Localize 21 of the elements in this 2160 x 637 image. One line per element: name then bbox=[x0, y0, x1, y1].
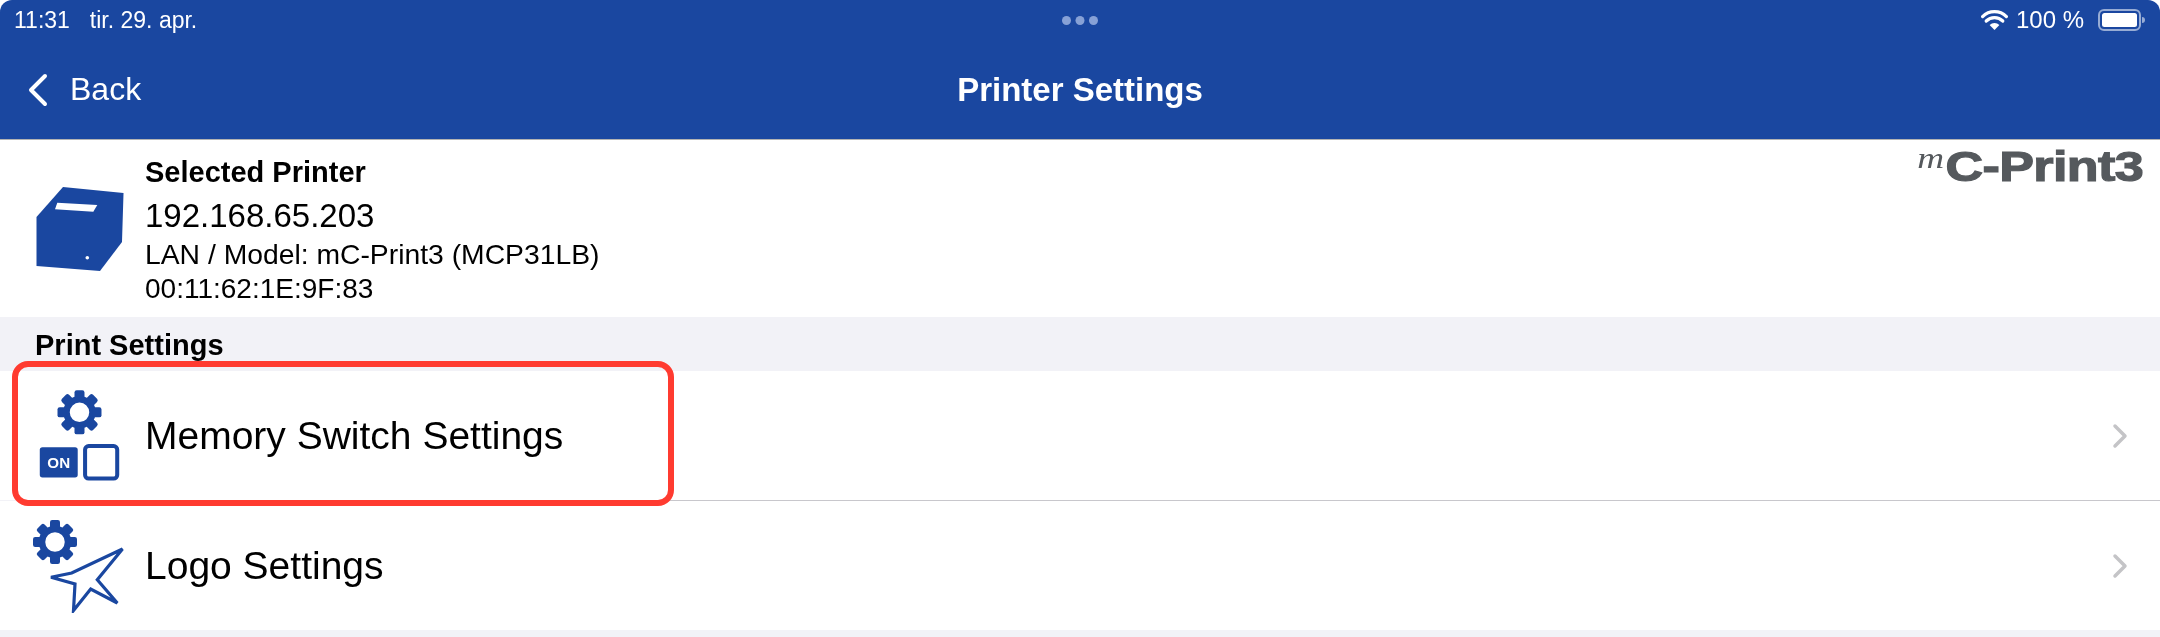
settings-row[interactable]: Logo Settings bbox=[0, 501, 2160, 630]
selected-printer-heading: Selected Printer bbox=[145, 155, 366, 189]
battery-icon bbox=[2098, 9, 2145, 31]
brand-logo: $^{m}$C-Print3 bbox=[1917, 145, 2143, 189]
printer-mac-address: 00:11:62:1E:9F:83 bbox=[145, 272, 374, 306]
printer-model: LAN / Model: mC-Print3 (MCP31LB) bbox=[145, 237, 600, 272]
status-time: 11:31 bbox=[14, 6, 70, 34]
chevron-right-icon bbox=[2112, 552, 2128, 579]
battery-percent: 100 % bbox=[2015, 6, 2084, 34]
status-date: tir. 29. apr. bbox=[89, 6, 198, 34]
screen-title: Printer Settings bbox=[957, 70, 1203, 109]
chevron-right-icon bbox=[2112, 422, 2128, 449]
back-button[interactable]: Back bbox=[27, 71, 142, 108]
chevron-left-icon bbox=[27, 72, 48, 107]
settings-row[interactable]: ON Memory Switch Settings bbox=[0, 371, 2160, 500]
ellipsis-icon[interactable] bbox=[1061, 15, 1098, 25]
printer-icon bbox=[36, 186, 124, 272]
gear-star-icon bbox=[33, 518, 126, 613]
wifi-icon bbox=[1980, 10, 2008, 30]
section-header: Print Settings bbox=[35, 330, 224, 360]
printer-address: 192.168.65.203 bbox=[145, 196, 375, 236]
